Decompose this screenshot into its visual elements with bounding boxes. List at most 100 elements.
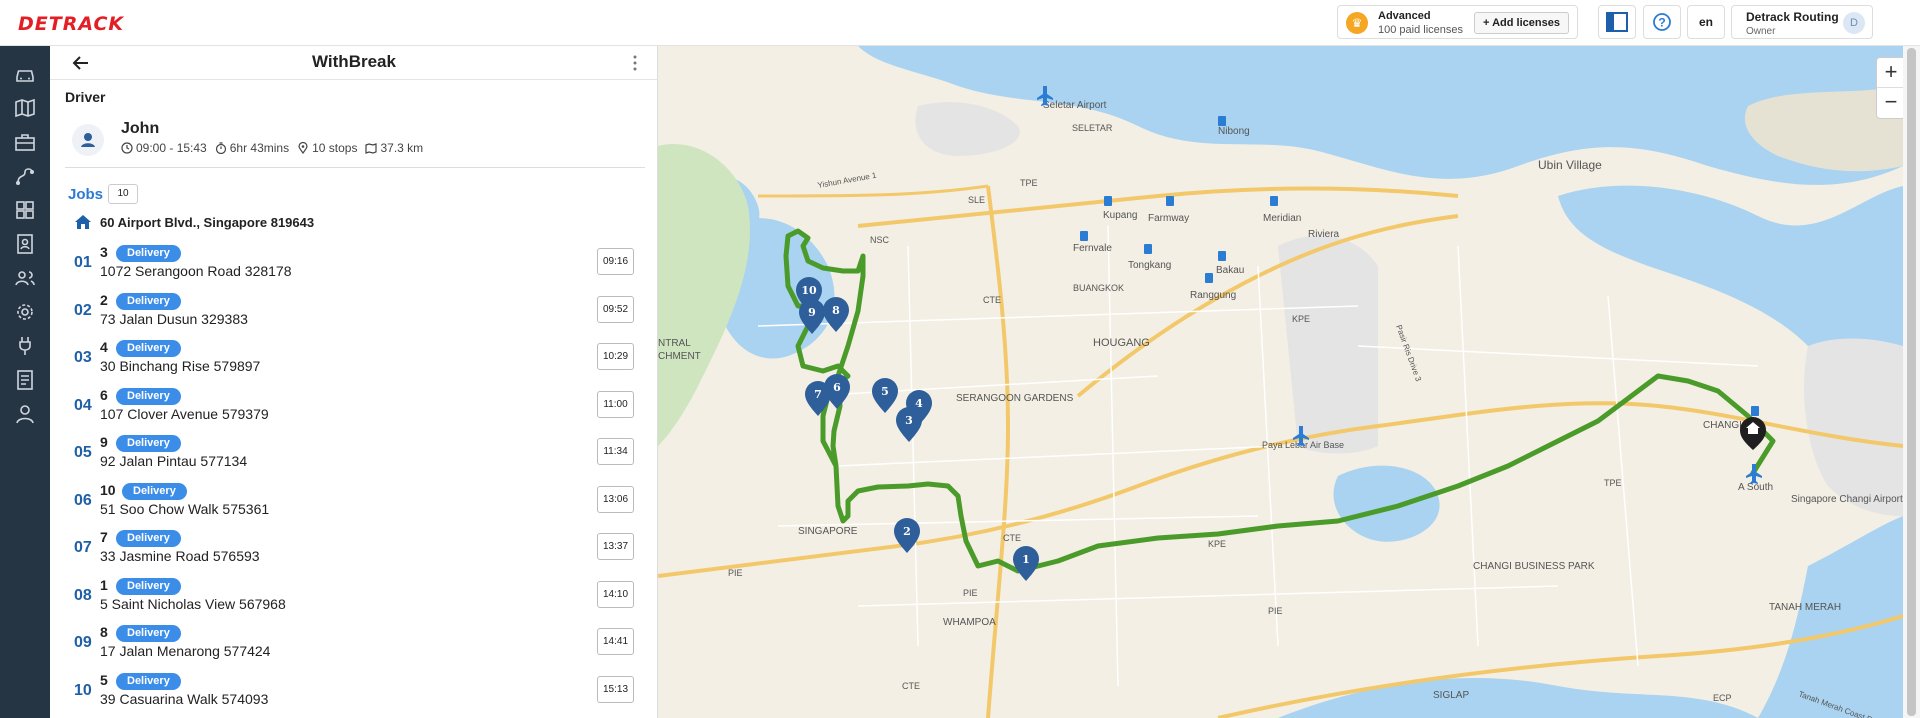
marker-label: 5 [881, 385, 889, 398]
sidebar [0, 46, 50, 718]
jobs-count-badge: 10 [108, 184, 138, 204]
stop-sequence: 08 [74, 587, 92, 604]
svg-text:HOUGANG: HOUGANG [1093, 337, 1150, 349]
more-options-icon[interactable] [632, 54, 638, 72]
marker-label: 8 [832, 304, 840, 317]
stop-time: 11:34 [597, 438, 634, 465]
svg-text:KPE: KPE [1292, 314, 1310, 324]
mrt-icon-nibong [1218, 116, 1226, 126]
panel-toggle-button[interactable] [1598, 5, 1636, 39]
driver-avatar [72, 124, 104, 156]
stop-row[interactable]: 04 6 Delivery 107 Clover Avenue 579379 11:00 [50, 383, 657, 430]
svg-text:Ubin Village: Ubin Village [1538, 158, 1602, 172]
stop-address: 107 Clover Avenue 579379 [100, 406, 269, 422]
help-button[interactable]: ? [1643, 5, 1681, 39]
stop-sequence: 05 [74, 444, 92, 461]
stop-id: 7 [100, 529, 108, 545]
account-menu[interactable]: Detrack Routing Owner D [1731, 5, 1873, 39]
map-icon[interactable] [13, 96, 37, 120]
stop-id: 2 [100, 292, 108, 308]
svg-text:PIE: PIE [963, 588, 978, 598]
stop-row[interactable]: 05 9 Delivery 92 Jalan Pintau 577134 11:34 [50, 430, 657, 477]
scrollbar-thumb[interactable] [1907, 48, 1916, 716]
stop-row[interactable]: 06 10 Delivery 51 Soo Chow Walk 575361 13:06 [50, 478, 657, 525]
stop-id: 10 [100, 482, 116, 498]
gear-icon[interactable] [13, 300, 37, 324]
avatar: D [1843, 12, 1865, 34]
stop-row[interactable]: 07 7 Delivery 33 Jasmine Road 576593 13:37 [50, 525, 657, 572]
delivery-badge: Delivery [116, 530, 181, 547]
svg-text:NTRAL: NTRAL [658, 338, 691, 349]
scrollbar[interactable] [1903, 46, 1920, 718]
vehicle-icon[interactable] [13, 62, 37, 86]
panel-layout-icon [1606, 12, 1628, 32]
stop-address: 39 Casuarina Walk 574093 [100, 691, 269, 707]
stop-row[interactable]: 10 5 Delivery 39 Casuarina Walk 574093 15:13 [50, 668, 657, 715]
stop-time: 13:06 [597, 486, 634, 513]
add-licenses-button[interactable]: + Add licenses [1474, 12, 1569, 34]
svg-text:CTE: CTE [902, 681, 920, 691]
mrt-icon-meridian [1270, 196, 1278, 206]
svg-text:CTE: CTE [1003, 533, 1021, 543]
depot-row: 60 Airport Blvd., Singapore 819643 [74, 214, 314, 230]
delivery-badge: Delivery [116, 673, 181, 690]
dashboard-icon[interactable] [13, 198, 37, 222]
person-icon [81, 133, 95, 147]
language-selector[interactable]: en [1687, 5, 1725, 39]
stop-row[interactable]: 09 8 Delivery 17 Jalan Menarong 577424 14:41 [50, 620, 657, 667]
stop-sequence: 01 [74, 254, 92, 271]
map-canvas: Seletar Airport SELETAR Nibong Ubin Vill… [658, 46, 1903, 718]
delivery-badge: Delivery [116, 340, 181, 357]
stop-sequence: 06 [74, 492, 92, 509]
svg-text:CHMENT: CHMENT [658, 351, 701, 362]
svg-text:SINGAPORE: SINGAPORE [798, 526, 858, 537]
jobs-tab[interactable]: Jobs [68, 186, 103, 203]
mrt-icon-tongkang [1144, 244, 1152, 254]
mrt-icon-farmway [1166, 196, 1174, 206]
stop-row[interactable]: 02 2 Delivery 73 Jalan Dusun 329383 09:52 [50, 288, 657, 335]
svg-text:Meridian: Meridian [1263, 213, 1301, 224]
svg-text:Nibong: Nibong [1218, 126, 1250, 137]
help-icon: ? [1653, 13, 1671, 31]
svg-text:SLE: SLE [968, 195, 985, 205]
marker-label: 10 [801, 284, 817, 297]
marker-label: 6 [833, 381, 841, 394]
timer-icon [215, 142, 226, 154]
stop-time: 14:10 [597, 581, 634, 608]
mrt-icon-fernvale [1080, 231, 1088, 241]
profile-icon[interactable] [13, 402, 37, 426]
stop-id: 3 [100, 244, 108, 260]
location-pin-icon [298, 142, 308, 154]
stop-row[interactable]: 01 3 Delivery 1072 Serangoon Road 328178 09:… [50, 240, 657, 287]
plug-icon[interactable] [13, 334, 37, 358]
divider [65, 167, 645, 168]
stop-sequence: 03 [74, 349, 92, 366]
route-map[interactable]: Seletar Airport SELETAR Nibong Ubin Vill… [658, 46, 1903, 718]
marker-label: 9 [808, 306, 816, 319]
document-icon[interactable] [13, 368, 37, 392]
users-icon[interactable] [13, 266, 37, 290]
stop-address: 73 Jalan Dusun 329383 [100, 311, 248, 327]
stop-row[interactable]: 08 1 Delivery 5 Saint Nicholas View 567968 1… [50, 573, 657, 620]
home-icon [75, 215, 91, 229]
stop-address: 5 Saint Nicholas View 567968 [100, 596, 286, 612]
marker-label: 4 [915, 397, 923, 410]
stop-address: 17 Jalan Menarong 577424 [100, 643, 271, 659]
contact-card-icon[interactable] [13, 232, 37, 256]
zoom-out-button[interactable]: − [1877, 88, 1905, 118]
stop-row[interactable]: 03 4 Delivery 30 Binchang Rise 579897 10:29 [50, 335, 657, 382]
stop-time: 13:37 [597, 533, 634, 560]
stop-sequence: 04 [74, 397, 92, 414]
briefcase-icon[interactable] [13, 130, 37, 154]
stop-id: 8 [100, 624, 108, 640]
svg-text:SELETAR: SELETAR [1072, 123, 1113, 133]
detrack-logo[interactable]: DETRACK [18, 13, 124, 35]
svg-text:CTE: CTE [983, 295, 1001, 305]
stop-address: 92 Jalan Pintau 577134 [100, 453, 248, 469]
zoom-in-button[interactable]: + [1877, 58, 1905, 88]
stop-address: 33 Jasmine Road 576593 [100, 548, 260, 564]
stop-sequence: 07 [74, 539, 92, 556]
svg-text:TPE: TPE [1020, 178, 1038, 188]
clock-icon [121, 142, 133, 154]
route-icon[interactable] [13, 164, 37, 188]
